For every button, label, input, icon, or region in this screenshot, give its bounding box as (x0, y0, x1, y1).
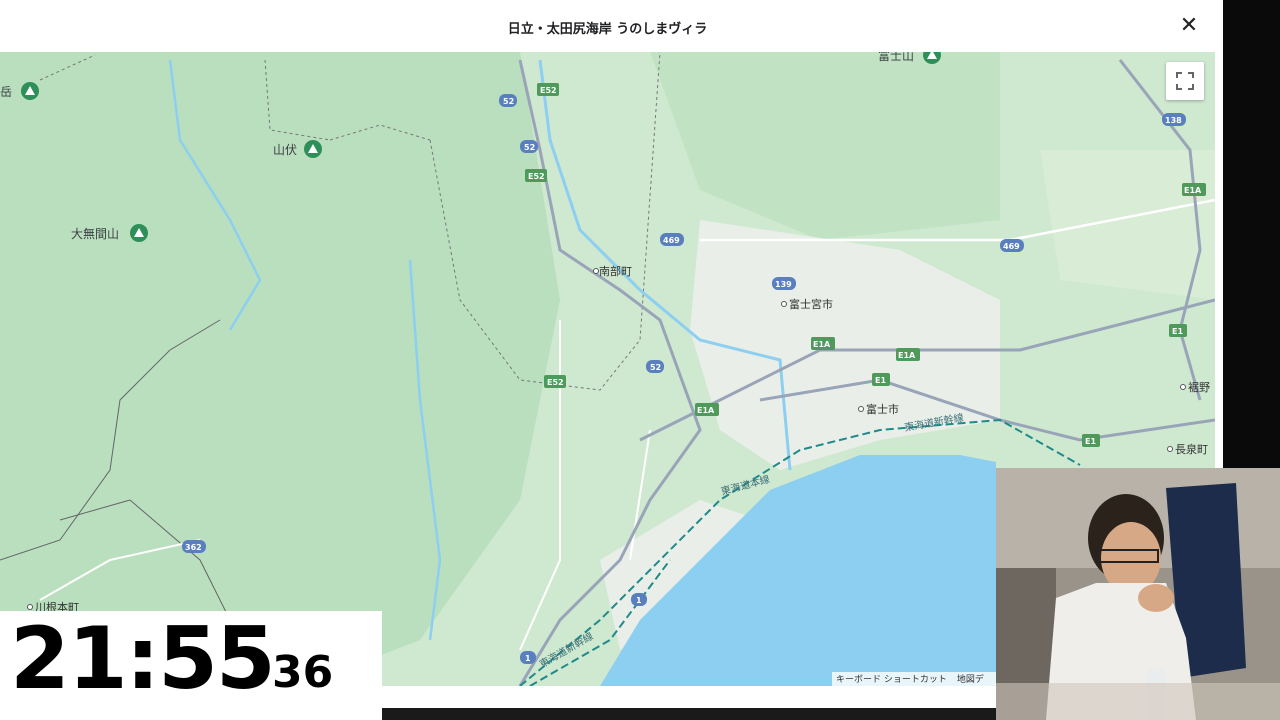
modal-header: 日立・太田尻海岸 うのしまヴィラ ✕ (0, 0, 1215, 53)
svg-text:E1A: E1A (813, 340, 831, 349)
peak-label: 山伏 (273, 143, 297, 157)
svg-text:1: 1 (525, 654, 531, 663)
map-attribution: キーボード ショートカット 地図デ (832, 672, 998, 686)
road-shield: E1A (695, 403, 719, 416)
road-shield: E52 (537, 83, 559, 96)
road-shield: 469 (660, 233, 684, 246)
svg-text:E1A: E1A (697, 406, 715, 415)
peak-label: 岳 (0, 85, 12, 99)
webcam-image (996, 468, 1280, 720)
svg-text:362: 362 (185, 543, 202, 552)
clock-hours-minutes: 21:55 (10, 609, 276, 709)
svg-text:E52: E52 (528, 172, 545, 181)
road-shield: E1 (872, 373, 890, 386)
peak-4[interactable]: 富士山 (878, 52, 941, 64)
road-shield: 52 (646, 360, 664, 373)
road-shield: E1 (1169, 324, 1187, 337)
svg-text:E1: E1 (875, 376, 886, 385)
webcam-overlay (996, 468, 1280, 720)
road-shield: E1A (896, 348, 920, 361)
clock-overlay: 21:55 36 (0, 609, 382, 720)
svg-text:52: 52 (650, 363, 661, 372)
road-shield: 138 (1162, 113, 1186, 126)
road-shield: E1 (1082, 434, 1100, 447)
road-shield: 469 (1000, 239, 1024, 252)
road-shield: 52 (520, 140, 538, 153)
svg-text:E52: E52 (547, 378, 564, 387)
keyboard-shortcuts-link[interactable]: キーボード ショートカット (836, 675, 947, 685)
svg-text:1: 1 (636, 596, 642, 605)
place-label: 富士市 (866, 402, 899, 416)
peak-label: 大無間山 (71, 226, 119, 241)
place-label: 裾野 (1188, 380, 1210, 394)
close-icon[interactable]: ✕ (1177, 14, 1201, 38)
road-shield: E52 (525, 169, 547, 182)
place-1[interactable]: 南部町 (593, 264, 633, 278)
modal-title: 日立・太田尻海岸 うのしまヴィラ (507, 22, 708, 37)
peak-3[interactable]: 大無間山 (71, 224, 148, 242)
road-shield: E1A (811, 337, 835, 350)
road-shield: 1 (520, 651, 536, 664)
svg-text:52: 52 (524, 143, 535, 152)
svg-text:139: 139 (775, 280, 792, 289)
peak-label: 富士山 (878, 52, 914, 63)
road-shield: 139 (772, 277, 796, 290)
svg-text:469: 469 (1003, 242, 1020, 251)
svg-text:52: 52 (503, 97, 514, 106)
road-shield: E52 (544, 375, 566, 388)
clock-seconds: 36 (272, 647, 334, 698)
road-shield: 362 (182, 540, 206, 553)
svg-text:E1: E1 (1085, 437, 1096, 446)
svg-text:138: 138 (1165, 116, 1182, 125)
svg-text:E1A: E1A (1184, 186, 1202, 195)
road-shield: 52 (499, 94, 517, 107)
road-shield: 1 (631, 593, 647, 606)
svg-text:E1A: E1A (898, 351, 916, 360)
fullscreen-icon (1176, 72, 1194, 90)
place-label: 南部町 (599, 264, 632, 278)
svg-text:469: 469 (663, 236, 680, 245)
fullscreen-button[interactable] (1166, 62, 1204, 100)
svg-text:E52: E52 (540, 86, 557, 95)
road-shield: E1A (1182, 183, 1206, 196)
place-label: 長泉町 (1175, 442, 1208, 456)
place-label: 富士宮市 (789, 297, 833, 311)
map-data-link[interactable]: 地図デ (957, 675, 984, 685)
svg-text:E1: E1 (1172, 327, 1183, 336)
place-2[interactable]: 富士宮市 (781, 297, 834, 311)
